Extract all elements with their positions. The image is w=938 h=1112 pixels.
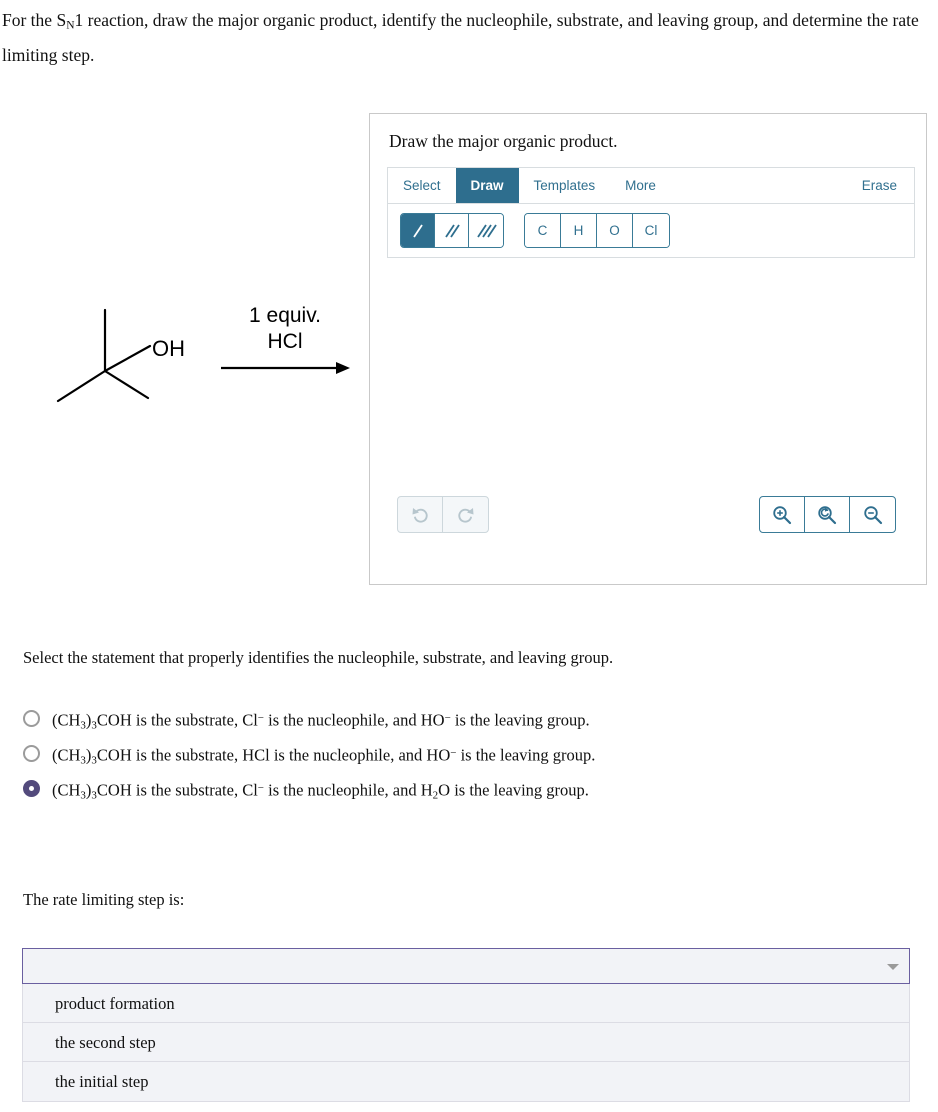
editor-toolrow: C H O Cl [388, 204, 914, 257]
atom-button-h-label: H [573, 223, 584, 238]
triple-bond-button[interactable] [469, 214, 503, 247]
tab-more-label: More [625, 178, 656, 193]
zoom-in-button[interactable] [760, 497, 805, 532]
tab-select-label: Select [403, 178, 441, 193]
tab-more[interactable]: More [610, 168, 671, 203]
substrate-structure: OH [56, 308, 185, 403]
zoom-tool-group [759, 496, 896, 533]
double-bond-button[interactable] [435, 214, 469, 247]
atom-button-c-label: C [537, 223, 548, 238]
radio-question-label: Select the statement that properly ident… [23, 648, 614, 667]
prompt-text-after: 1 reaction, draw the major organic produ… [2, 10, 919, 65]
radio-option-list: (CH3)3COH is the substrate, Cl− is the n… [23, 706, 723, 811]
tab-select[interactable]: Select [388, 168, 456, 203]
single-bond-button[interactable] [401, 214, 435, 247]
chevron-down-icon [887, 964, 899, 970]
atom-button-c[interactable]: C [525, 214, 561, 247]
molecule-editor: Select Draw Templates More Erase C H O C… [387, 167, 915, 258]
triple-bond-icon [477, 224, 497, 237]
erase-button-label: Erase [861, 178, 897, 193]
zoom-reset-icon [818, 505, 837, 524]
hydroxyl-label: OH [152, 336, 185, 361]
atom-button-h[interactable]: H [561, 214, 597, 247]
select-option-the-initial-step[interactable]: the initial step [23, 1062, 909, 1101]
undo-button[interactable] [398, 497, 443, 532]
atom-button-cl-label: Cl [644, 223, 658, 238]
radio-option-3[interactable]: (CH3)3COH is the substrate, Cl− is the n… [23, 776, 723, 811]
double-bond-icon [444, 224, 460, 237]
question-prompt: For the SN1 reaction, draw the major org… [2, 6, 928, 70]
atom-button-o[interactable]: O [597, 214, 633, 247]
zoom-out-icon [863, 505, 882, 524]
select-question-label: The rate limiting step is: [23, 890, 185, 909]
history-tool-group [397, 496, 489, 533]
tabbar-spacer [671, 168, 847, 203]
zoom-reset-button[interactable] [805, 497, 850, 532]
zoom-in-icon [773, 505, 792, 524]
tab-draw-label: Draw [470, 178, 504, 193]
select-option-list: product formation the second step the in… [22, 984, 910, 1102]
select-option-product-formation[interactable]: product formation [23, 984, 909, 1023]
select-option-the-second-step[interactable]: the second step [23, 1023, 909, 1062]
atom-button-cl[interactable]: Cl [633, 214, 669, 247]
tab-templates-label: Templates [533, 178, 596, 193]
reagent-label: 1 equiv. HCl [249, 304, 321, 353]
tab-templates[interactable]: Templates [519, 168, 611, 203]
tab-draw[interactable]: Draw [455, 168, 519, 203]
draw-panel-title: Draw the major organic product. [389, 131, 618, 151]
prompt-text-before: For the S [2, 10, 67, 30]
editor-tabbar: Select Draw Templates More Erase [388, 168, 914, 204]
atom-button-o-label: O [609, 223, 620, 238]
radio-mark-3 [23, 780, 40, 797]
erase-button[interactable]: Erase [847, 168, 914, 203]
reaction-arrow [221, 362, 350, 374]
zoom-out-button[interactable] [850, 497, 895, 532]
redo-icon [457, 507, 473, 523]
radio-label-2: (CH3)3COH is the substrate, HCl is the n… [52, 745, 596, 767]
atom-tool-group: C H O Cl [524, 213, 670, 248]
select-field[interactable] [22, 948, 910, 984]
radio-mark-2 [23, 745, 40, 762]
radio-label-1: (CH3)3COH is the substrate, Cl− is the n… [52, 710, 590, 732]
redo-button[interactable] [443, 497, 488, 532]
single-bond-icon [412, 224, 423, 237]
radio-option-1[interactable]: (CH3)3COH is the substrate, Cl− is the n… [23, 706, 723, 741]
radio-mark-1 [23, 710, 40, 727]
prompt-sub-n: N [66, 19, 75, 32]
radio-label-3: (CH3)3COH is the substrate, Cl− is the n… [52, 780, 589, 802]
bond-tool-group [400, 213, 504, 248]
rate-limiting-step-select: product formation the second step the in… [22, 948, 910, 1102]
undo-icon [412, 507, 428, 523]
radio-option-2[interactable]: (CH3)3COH is the substrate, HCl is the n… [23, 741, 723, 776]
